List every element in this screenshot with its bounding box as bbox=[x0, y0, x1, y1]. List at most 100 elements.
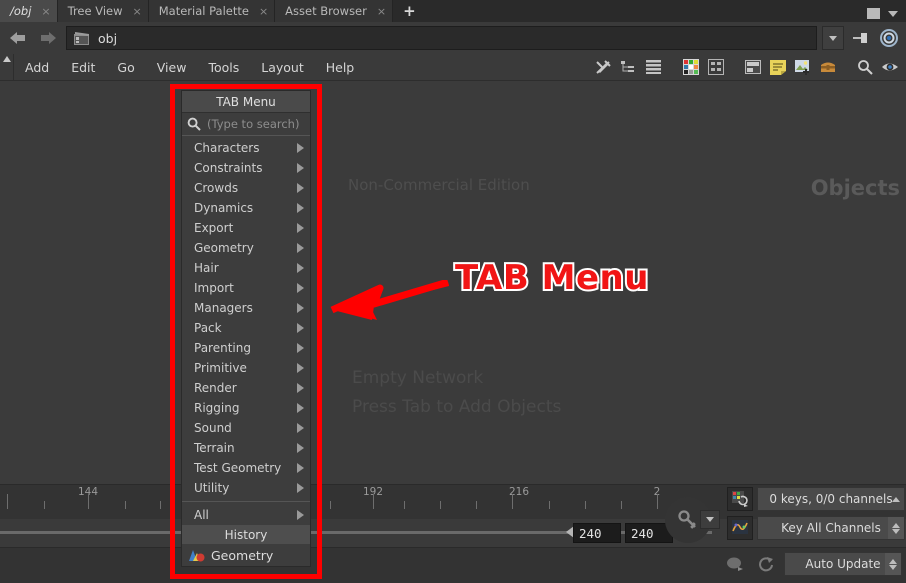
panel-icon[interactable] bbox=[740, 54, 765, 81]
menu-edit[interactable]: Edit bbox=[60, 54, 106, 81]
item-label: All bbox=[194, 508, 209, 522]
animation-curve-icon[interactable] bbox=[727, 516, 753, 540]
image-add-icon[interactable] bbox=[790, 54, 815, 81]
keys-status-row: 0 keys, 0/0 channels bbox=[727, 487, 905, 511]
back-arrow-icon[interactable] bbox=[6, 27, 30, 49]
item-label: Import bbox=[194, 281, 234, 295]
item-label: Managers bbox=[194, 301, 253, 315]
triangle-right-icon bbox=[297, 483, 304, 493]
triangle-right-icon bbox=[297, 203, 304, 213]
channels-spinner[interactable] bbox=[888, 517, 904, 539]
eye-view-icon[interactable] bbox=[877, 54, 902, 81]
triangle-right-icon bbox=[297, 383, 304, 393]
tab-menu-item-sound[interactable]: Sound bbox=[182, 418, 310, 438]
forward-arrow-icon[interactable] bbox=[36, 27, 60, 49]
tab-menu-popup[interactable]: TAB Menu (Type to search) Characters Con… bbox=[181, 90, 311, 567]
current-frame-field[interactable]: 240 bbox=[573, 523, 621, 543]
item-label: Parenting bbox=[194, 341, 251, 355]
tab-menu-item-hair[interactable]: Hair bbox=[182, 258, 310, 278]
tab-tree-view[interactable]: Tree View × bbox=[58, 0, 149, 22]
triangle-right-icon bbox=[297, 263, 304, 273]
close-icon[interactable]: × bbox=[133, 5, 142, 18]
tab-menu-search[interactable]: (Type to search) bbox=[182, 113, 310, 136]
refresh-icon[interactable] bbox=[754, 552, 778, 576]
tab-label: Tree View bbox=[68, 4, 123, 18]
layers-icon[interactable] bbox=[641, 54, 666, 81]
menu-help[interactable]: Help bbox=[315, 54, 366, 81]
tab-menu-item-dynamics[interactable]: Dynamics bbox=[182, 198, 310, 218]
tabbar-window-controls bbox=[867, 8, 906, 22]
network-viewport[interactable]: Non-Commercial Edition Objects Empty Net… bbox=[0, 81, 906, 484]
item-label: Sound bbox=[194, 421, 232, 435]
close-icon[interactable]: × bbox=[41, 5, 50, 18]
triangle-down-icon bbox=[889, 565, 897, 570]
menu-add[interactable]: Add bbox=[14, 54, 60, 81]
tab-menu-item-characters[interactable]: Characters bbox=[182, 138, 310, 158]
menu-tools[interactable]: Tools bbox=[197, 54, 250, 81]
wrench-icon[interactable] bbox=[591, 54, 616, 81]
tab-menu-item-terrain[interactable]: Terrain bbox=[182, 438, 310, 458]
key-options-dropdown[interactable] bbox=[700, 510, 720, 529]
search-icon bbox=[187, 117, 201, 131]
triangle-down-icon bbox=[892, 529, 900, 534]
notes-icon[interactable] bbox=[765, 54, 790, 81]
chevron-down-icon[interactable] bbox=[888, 11, 898, 17]
tab-obj[interactable]: /obj × bbox=[0, 0, 58, 22]
empty-network-title: Empty Network bbox=[352, 368, 483, 388]
tab-menu-item-constraints[interactable]: Constraints bbox=[182, 158, 310, 178]
channels-status-field[interactable]: Key All Channels bbox=[757, 516, 905, 540]
menubar-handle[interactable] bbox=[0, 54, 14, 81]
eye-icon[interactable] bbox=[878, 27, 900, 49]
item-label: Render bbox=[194, 381, 237, 395]
tab-menu-item-rigging[interactable]: Rigging bbox=[182, 398, 310, 418]
tab-menu-item-render[interactable]: Render bbox=[182, 378, 310, 398]
path-bar: obj bbox=[0, 22, 906, 54]
triangle-up-icon bbox=[889, 559, 897, 564]
tab-menu-item-primitive[interactable]: Primitive bbox=[182, 358, 310, 378]
menu-go[interactable]: Go bbox=[106, 54, 145, 81]
tab-menu-item-crowds[interactable]: Crowds bbox=[182, 178, 310, 198]
item-label: Utility bbox=[194, 481, 229, 495]
tab-menu-item-parenting[interactable]: Parenting bbox=[182, 338, 310, 358]
tab-menu-history-geometry[interactable]: Geometry bbox=[182, 544, 310, 566]
auto-update-spinner[interactable] bbox=[885, 553, 901, 575]
item-label: Rigging bbox=[194, 401, 239, 415]
chest-icon[interactable] bbox=[815, 54, 840, 81]
item-label: Hair bbox=[194, 261, 219, 275]
new-tab-button[interactable]: + bbox=[393, 0, 426, 22]
search-icon[interactable] bbox=[852, 54, 877, 81]
left-arrow-annotation bbox=[330, 280, 450, 328]
maximize-icon[interactable] bbox=[867, 8, 880, 19]
tab-asset-browser[interactable]: Asset Browser × bbox=[275, 0, 393, 22]
tab-menu-item-test-geometry[interactable]: Test Geometry bbox=[182, 458, 310, 478]
history-item-label: Geometry bbox=[211, 548, 273, 563]
tab-menu-item-utility[interactable]: Utility bbox=[182, 478, 310, 498]
close-icon[interactable]: × bbox=[259, 5, 268, 18]
grid-icon[interactable] bbox=[703, 54, 728, 81]
tab-menu-item-export[interactable]: Export bbox=[182, 218, 310, 238]
menu-layout[interactable]: Layout bbox=[250, 54, 315, 81]
set-keyframe-icon[interactable] bbox=[727, 487, 753, 511]
tab-menu-item-import[interactable]: Import bbox=[182, 278, 310, 298]
tab-label: /obj bbox=[10, 4, 31, 18]
keys-status-text: 0 keys, 0/0 channels bbox=[769, 492, 892, 506]
color-palette-icon[interactable] bbox=[678, 54, 703, 81]
tab-menu-item-all[interactable]: All bbox=[182, 505, 310, 525]
triangle-right-icon bbox=[297, 223, 304, 233]
menu-view[interactable]: View bbox=[146, 54, 198, 81]
tab-menu-item-pack[interactable]: Pack bbox=[182, 318, 310, 338]
pin-icon[interactable] bbox=[850, 27, 872, 49]
keys-status-field[interactable]: 0 keys, 0/0 channels bbox=[757, 487, 905, 511]
tree-list-icon[interactable] bbox=[616, 54, 641, 81]
triangle-up-icon bbox=[892, 523, 900, 528]
keys-spinner[interactable] bbox=[888, 488, 904, 510]
network-path-field[interactable]: obj bbox=[66, 26, 817, 50]
auto-update-field[interactable]: Auto Update bbox=[784, 552, 902, 576]
tab-menu-item-geometry[interactable]: Geometry bbox=[182, 238, 310, 258]
tab-menu-item-managers[interactable]: Managers bbox=[182, 298, 310, 318]
close-icon[interactable]: × bbox=[377, 5, 386, 18]
triangle-up-icon bbox=[892, 497, 900, 502]
cook-icon[interactable] bbox=[722, 552, 748, 576]
tab-material-palette[interactable]: Material Palette × bbox=[149, 0, 275, 22]
path-dropdown-button[interactable] bbox=[822, 26, 844, 50]
